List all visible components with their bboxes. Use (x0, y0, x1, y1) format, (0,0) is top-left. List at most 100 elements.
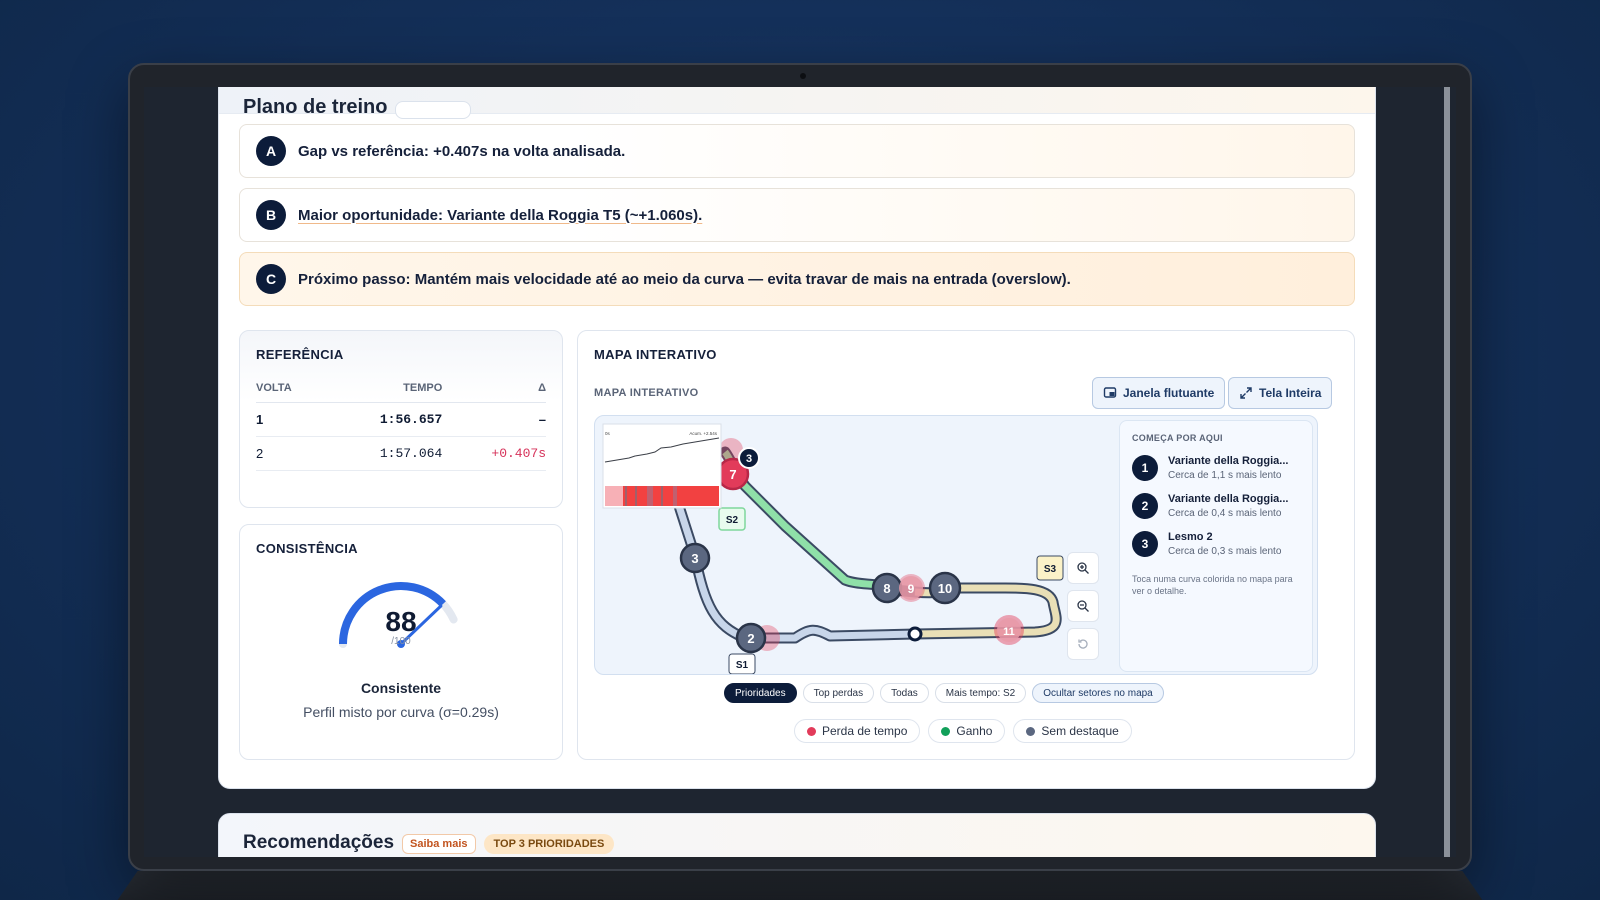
step-b[interactable]: B Maior oportunidade: Variante della Rog… (239, 188, 1355, 242)
time-cell: 1:57.064 (323, 436, 443, 471)
consistency-status: Consistente (360, 680, 442, 696)
priority-detail: Cerca de 0,3 s mais lento (1168, 546, 1282, 557)
delta-cell: – (442, 402, 546, 437)
start-finish-marker (907, 626, 923, 642)
corner-9[interactable]: 9 (899, 576, 923, 600)
filter-top-losses[interactable]: Top perdas (802, 683, 875, 703)
laptop-base (110, 871, 1490, 900)
expand-icon (1240, 387, 1252, 399)
step-badge: B (256, 200, 286, 230)
map-title: MAPA INTERATIVO (594, 347, 717, 362)
sector-s1: S1 (728, 653, 756, 674)
corner-label: 7 (729, 467, 736, 482)
corner-10[interactable]: 10 (928, 571, 962, 605)
table-row[interactable]: 1 1:56.657 – (256, 402, 546, 437)
legend-dot (941, 726, 951, 736)
priority-item[interactable]: 2 Variante della Roggia... Cerca de 0,4 s… (1132, 493, 1300, 519)
corner-11[interactable]: 11 (997, 618, 1021, 642)
sector-label: S3 (1044, 564, 1057, 575)
mini-delta-chart: 0s Acum. +2.54s (602, 423, 722, 509)
map-hint: Toca numa curva colorida no mapa para ve… (1132, 574, 1293, 596)
track-map[interactable]: 2 3 7 8 9 10 11 3 S1 S2 S3 0s Acum. +2.5… (594, 415, 1318, 675)
lap-cell: 2 (256, 436, 324, 471)
scrollbar[interactable] (1444, 87, 1450, 857)
zoom-out-button[interactable] (1067, 590, 1099, 622)
step-badge: C (256, 264, 286, 294)
col-time: TEMPO (323, 378, 443, 403)
lap-cell: 1 (256, 402, 324, 437)
camera (800, 73, 806, 79)
corner-label: 3 (691, 551, 698, 566)
panel-title-chip (395, 101, 472, 119)
priority-item[interactable]: 3 Lesmo 2 Cerca de 0,3 s mais lento (1132, 531, 1300, 557)
priority-number: 2 (1132, 493, 1158, 519)
corner-2[interactable]: 2 (735, 622, 767, 654)
table-header: VOLTA TEMPO Δ (256, 378, 546, 403)
step-link[interactable]: Maior oportunidade: Variante della Roggi… (298, 207, 702, 224)
mini-chart-right-label: Acum. +2.54s (689, 431, 717, 436)
panel-header: Plano de treino (219, 87, 1375, 119)
legend-label: Perda de tempo (822, 724, 908, 738)
corner-8[interactable]: 8 (871, 572, 903, 604)
step-badge: A (256, 136, 286, 166)
panel-title: Plano de treino (243, 96, 388, 118)
reference-table: VOLTA TEMPO Δ 1 1:56.657 – 2 1:57.064 +0… (256, 378, 546, 471)
col-lap: VOLTA (256, 378, 324, 403)
map-card: MAPA INTERATIVO MAPA INTERATIVO Janela f… (577, 330, 1355, 760)
priority-number: 3 (1132, 531, 1158, 557)
start-here-label: COMEÇA POR AQUI (1132, 433, 1223, 443)
zoom-in-button[interactable] (1067, 552, 1099, 584)
consistency-title: CONSISTÊNCIA (256, 541, 358, 556)
corner-label: 2 (747, 631, 754, 646)
time-cell: 1:56.657 (323, 402, 443, 437)
reset-view-button[interactable] (1067, 628, 1099, 660)
legend-neutral: Sem destaque (1013, 719, 1132, 743)
filter-all[interactable]: Todas (880, 683, 929, 703)
consistency-detail: Perfil misto por curva (σ=0.29s) (303, 704, 499, 720)
legend-label: Ganho (956, 724, 993, 738)
top-priorities-badge: TOP 3 PRIORIDADES (483, 834, 615, 854)
screen: Plano de treino A Gap vs referência: +0.… (144, 87, 1456, 857)
training-plan-panel: Plano de treino A Gap vs referência: +0.… (218, 87, 1376, 789)
reference-title: REFERÊNCIA (256, 347, 344, 362)
step-c: C Próximo passo: Mantém mais velocidade … (239, 252, 1355, 306)
start-here-panel: COMEÇA POR AQUI 1 Variante della Roggia.… (1119, 420, 1313, 672)
map-filters: Prioridades Top perdas Todas Mais tempo:… (724, 683, 1164, 703)
legend-gain: Ganho (928, 719, 1006, 743)
learn-more-link[interactable]: Saiba mais (402, 834, 476, 854)
floating-window-label: Janela flutuante (1123, 386, 1215, 400)
priority-detail: Cerca de 1,1 s mais lento (1168, 470, 1282, 481)
sector-s3: S3 (1036, 555, 1064, 581)
legend-loss: Perda de tempo (794, 719, 921, 743)
consistency-score: 88 (385, 606, 417, 637)
step-text: Próximo passo: Mantém mais velocidade at… (298, 270, 1071, 288)
priority-marker-label: 3 (746, 453, 752, 465)
consistency-card: CONSISTÊNCIA 88 /100 Consistente Perfil … (239, 524, 563, 760)
priority-marker-3[interactable]: 3 (738, 447, 760, 469)
zoom-in-icon (1077, 562, 1089, 574)
laptop-frame: Plano de treino A Gap vs referência: +0.… (128, 63, 1472, 871)
fullscreen-label: Tela Inteira (1259, 386, 1322, 400)
zoom-out-icon (1077, 600, 1089, 612)
priority-name: Variante della Roggia... (1168, 493, 1289, 505)
corner-3[interactable]: 3 (679, 542, 711, 574)
floating-window-button[interactable]: Janela flutuante (1092, 377, 1226, 409)
delta-cell: +0.407s (442, 436, 546, 471)
consistency-score-max: /100 (391, 636, 411, 647)
filter-priorities[interactable]: Prioridades (724, 683, 797, 703)
sector-label: S1 (736, 660, 749, 671)
consistency-gauge: 88 /100 (331, 572, 471, 672)
fullscreen-button[interactable]: Tela Inteira (1228, 377, 1333, 409)
filter-most-time-sector[interactable]: Mais tempo: S2 (934, 683, 1027, 703)
priority-item[interactable]: 1 Variante della Roggia... Cerca de 1,1 s… (1132, 455, 1300, 481)
table-row[interactable]: 2 1:57.064 +0.407s (256, 436, 546, 471)
legend-dot (807, 726, 816, 736)
legend-dot (1026, 726, 1036, 736)
toggle-hide-sectors[interactable]: Ocultar setores no mapa (1032, 683, 1164, 703)
col-delta: Δ (442, 378, 546, 403)
corner-label: 8 (883, 581, 890, 596)
priority-name: Variante della Roggia... (1168, 455, 1289, 467)
step-text: Gap vs referência: +0.407s na volta anal… (298, 142, 626, 160)
corner-label: 10 (938, 581, 952, 596)
recommendations-header: Recomendações Saiba mais TOP 3 PRIORIDAD… (218, 813, 1376, 857)
